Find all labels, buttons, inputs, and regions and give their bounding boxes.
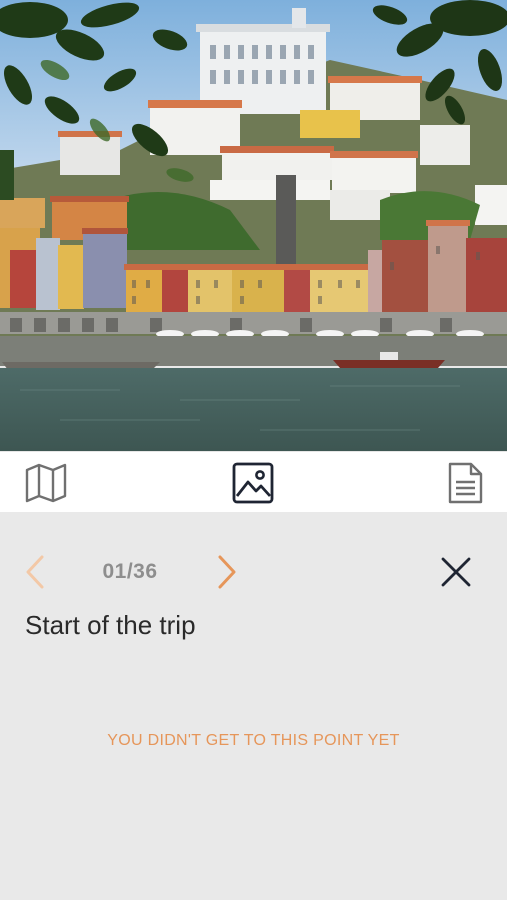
point-title: Start of the trip xyxy=(25,610,196,640)
next-point-button[interactable] xyxy=(210,552,244,592)
location-photo xyxy=(0,0,507,451)
map-icon xyxy=(25,463,67,503)
map-view-button[interactable] xyxy=(22,460,70,506)
previous-point-button[interactable] xyxy=(18,552,52,592)
image-icon xyxy=(232,462,274,504)
chevron-left-icon xyxy=(26,555,44,589)
document-view-button[interactable] xyxy=(441,460,489,506)
close-icon xyxy=(441,557,471,587)
photo-view-button[interactable] xyxy=(229,460,277,506)
point-counter: 01/36 xyxy=(102,560,158,583)
point-detail-panel: 01/36 Start of the trip YOU DIDN'T GET T… xyxy=(0,512,507,900)
document-icon xyxy=(448,462,483,504)
close-button[interactable] xyxy=(434,552,478,592)
point-status-message: YOU DIDN'T GET TO THIS POINT YET xyxy=(107,732,400,749)
view-switcher-toolbar xyxy=(0,451,507,513)
chevron-right-icon xyxy=(218,555,236,589)
